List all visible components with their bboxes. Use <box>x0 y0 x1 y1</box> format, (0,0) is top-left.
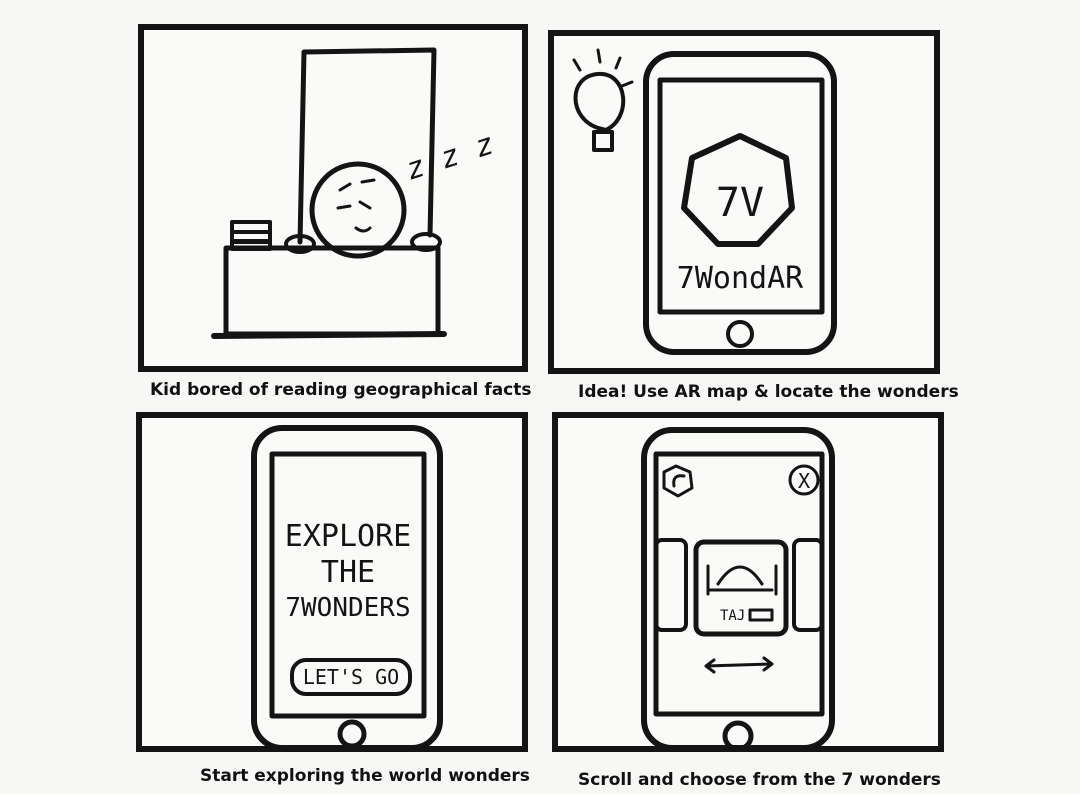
caption-panel-1: Kid bored of reading geographical facts <box>150 380 532 400</box>
caption-panel-4: Scroll and choose from the 7 wonders <box>578 770 941 790</box>
panel-explore: EXPLORE THE 7WONDERS LET'S GO <box>136 412 528 752</box>
wonder-card-prev[interactable] <box>654 538 688 632</box>
scroll-sketch: X TAJ <box>641 427 835 746</box>
close-glyph: X <box>798 469 810 493</box>
home-button[interactable] <box>726 320 754 348</box>
caption-panel-3: Start exploring the world wonders <box>200 766 530 786</box>
wonder-card-label: TAJ <box>720 608 745 624</box>
panel-bored-kid: z z z <box>138 24 528 372</box>
open-book <box>297 47 437 245</box>
explore-sketch: EXPLORE THE 7WONDERS LET'S GO <box>251 425 443 746</box>
explore-line-3: 7WONDERS <box>285 593 410 623</box>
logo-mark: 7V <box>716 180 764 226</box>
home-button[interactable] <box>337 719 367 746</box>
home-button[interactable] <box>722 720 754 746</box>
lightbulb-icon <box>572 48 634 152</box>
desk <box>223 245 441 337</box>
sleep-zzz: z z z <box>402 126 499 187</box>
idea-sketch: 7V 7WondAR <box>572 48 837 355</box>
explore-line-1: EXPLORE <box>285 519 411 554</box>
caption-panel-2: Idea! Use AR map & locate the wonders <box>578 382 959 402</box>
scroll-arrow-icon <box>704 656 774 674</box>
storyboard: z z z 7V 7WondAR EXPLORE THE 7WONDERS LE… <box>0 0 1080 794</box>
kid-face <box>309 161 407 259</box>
panel-scroll-wonders: X TAJ <box>552 412 944 752</box>
back-icon[interactable] <box>662 464 694 498</box>
panel-idea: 7V 7WondAR <box>548 30 940 374</box>
lets-go-label: LET'S GO <box>303 665 399 689</box>
wonder-card-next[interactable] <box>792 538 824 632</box>
app-name: 7WondAR <box>677 261 804 296</box>
bored-kid-sketch: z z z <box>211 47 499 339</box>
explore-line-2: THE <box>321 555 375 590</box>
